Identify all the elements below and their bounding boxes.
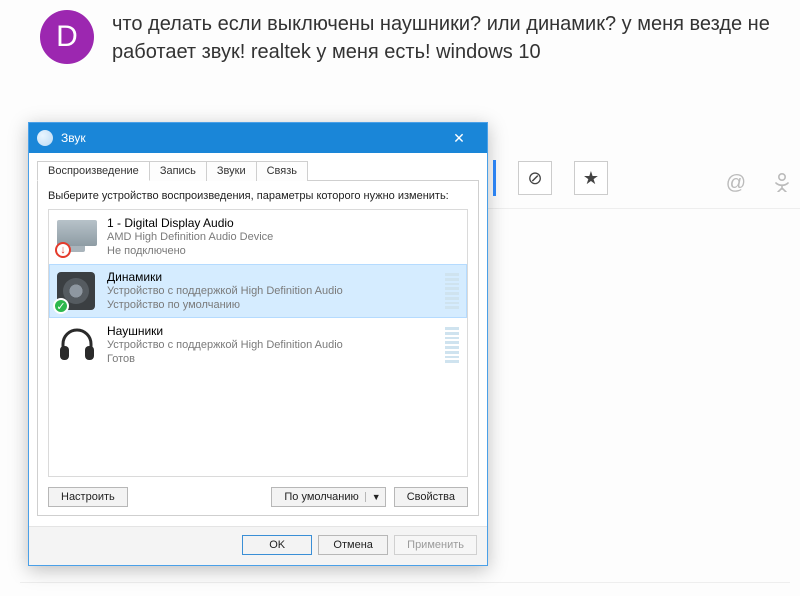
tab-recording[interactable]: Запись (149, 161, 207, 181)
device-row-speakers[interactable]: ✓ Динамики Устройство с поддержкой High … (49, 264, 467, 318)
device-row-headphones[interactable]: Наушники Устройство с поддержкой High De… (49, 318, 467, 372)
unplugged-badge-icon (55, 242, 71, 258)
sound-dialog: Звук ✕ Воспроизведение Запись Звуки Связ… (28, 122, 488, 566)
question-text: что делать если выключены наушники? или … (112, 10, 790, 66)
device-status: Не подключено (107, 244, 459, 258)
reply-field-edge[interactable] (493, 160, 496, 196)
set-default-button[interactable]: По умолчанию ▼ (271, 487, 385, 507)
level-meter (445, 271, 459, 311)
close-button[interactable]: ✕ (439, 127, 479, 149)
tab-panel-playback: Выберите устройство воспроизведения, пар… (37, 180, 479, 516)
set-default-label: По умолчанию (284, 491, 358, 503)
tab-strip: Воспроизведение Запись Звуки Связь (37, 159, 479, 181)
titlebar[interactable]: Звук ✕ (29, 123, 487, 153)
configure-button[interactable]: Настроить (48, 487, 128, 507)
favorite-button[interactable]: ★ (574, 161, 608, 195)
level-meter (445, 325, 459, 365)
window-title: Звук (61, 131, 439, 145)
block-button[interactable]: ⊘ (518, 161, 552, 195)
instruction-text: Выберите устройство воспроизведения, пар… (48, 189, 468, 203)
bottom-divider (20, 582, 790, 596)
device-name: Динамики (107, 270, 435, 284)
device-name: 1 - Digital Display Audio (107, 216, 459, 230)
sound-title-icon (37, 130, 53, 146)
share-icons: @ (726, 172, 790, 198)
device-sub: Устройство с поддержкой High Definition … (107, 284, 435, 298)
device-sub: Устройство с поддержкой High Definition … (107, 338, 435, 352)
tab-sounds[interactable]: Звуки (206, 161, 257, 181)
apply-button[interactable]: Применить (394, 535, 477, 555)
default-badge-icon: ✓ (53, 298, 69, 314)
panel-buttons: Настроить По умолчанию ▼ Свойства (48, 487, 468, 507)
device-status: Готов (107, 352, 435, 366)
monitor-icon (57, 218, 97, 256)
device-row-digital-display[interactable]: 1 - Digital Display Audio AMD High Defin… (49, 210, 467, 264)
tab-playback[interactable]: Воспроизведение (37, 161, 150, 181)
tab-communications[interactable]: Связь (256, 161, 308, 181)
cancel-button[interactable]: Отмена (318, 535, 388, 555)
device-name: Наушники (107, 324, 435, 338)
device-sub: AMD High Definition Audio Device (107, 230, 459, 244)
headphones-icon (57, 326, 97, 364)
ok-share-icon[interactable] (774, 172, 790, 198)
speaker-icon: ✓ (57, 272, 97, 310)
device-list[interactable]: 1 - Digital Display Audio AMD High Defin… (48, 209, 468, 477)
forum-question: D что делать если выключены наушники? ил… (0, 0, 800, 66)
avatar[interactable]: D (40, 10, 94, 64)
device-status: Устройство по умолчанию (107, 298, 435, 312)
ok-button[interactable]: OK (242, 535, 312, 555)
mention-icon[interactable]: @ (726, 172, 746, 198)
chevron-down-icon[interactable]: ▼ (365, 492, 381, 502)
dialog-footer: OK Отмена Применить (29, 526, 487, 565)
properties-button[interactable]: Свойства (394, 487, 468, 507)
